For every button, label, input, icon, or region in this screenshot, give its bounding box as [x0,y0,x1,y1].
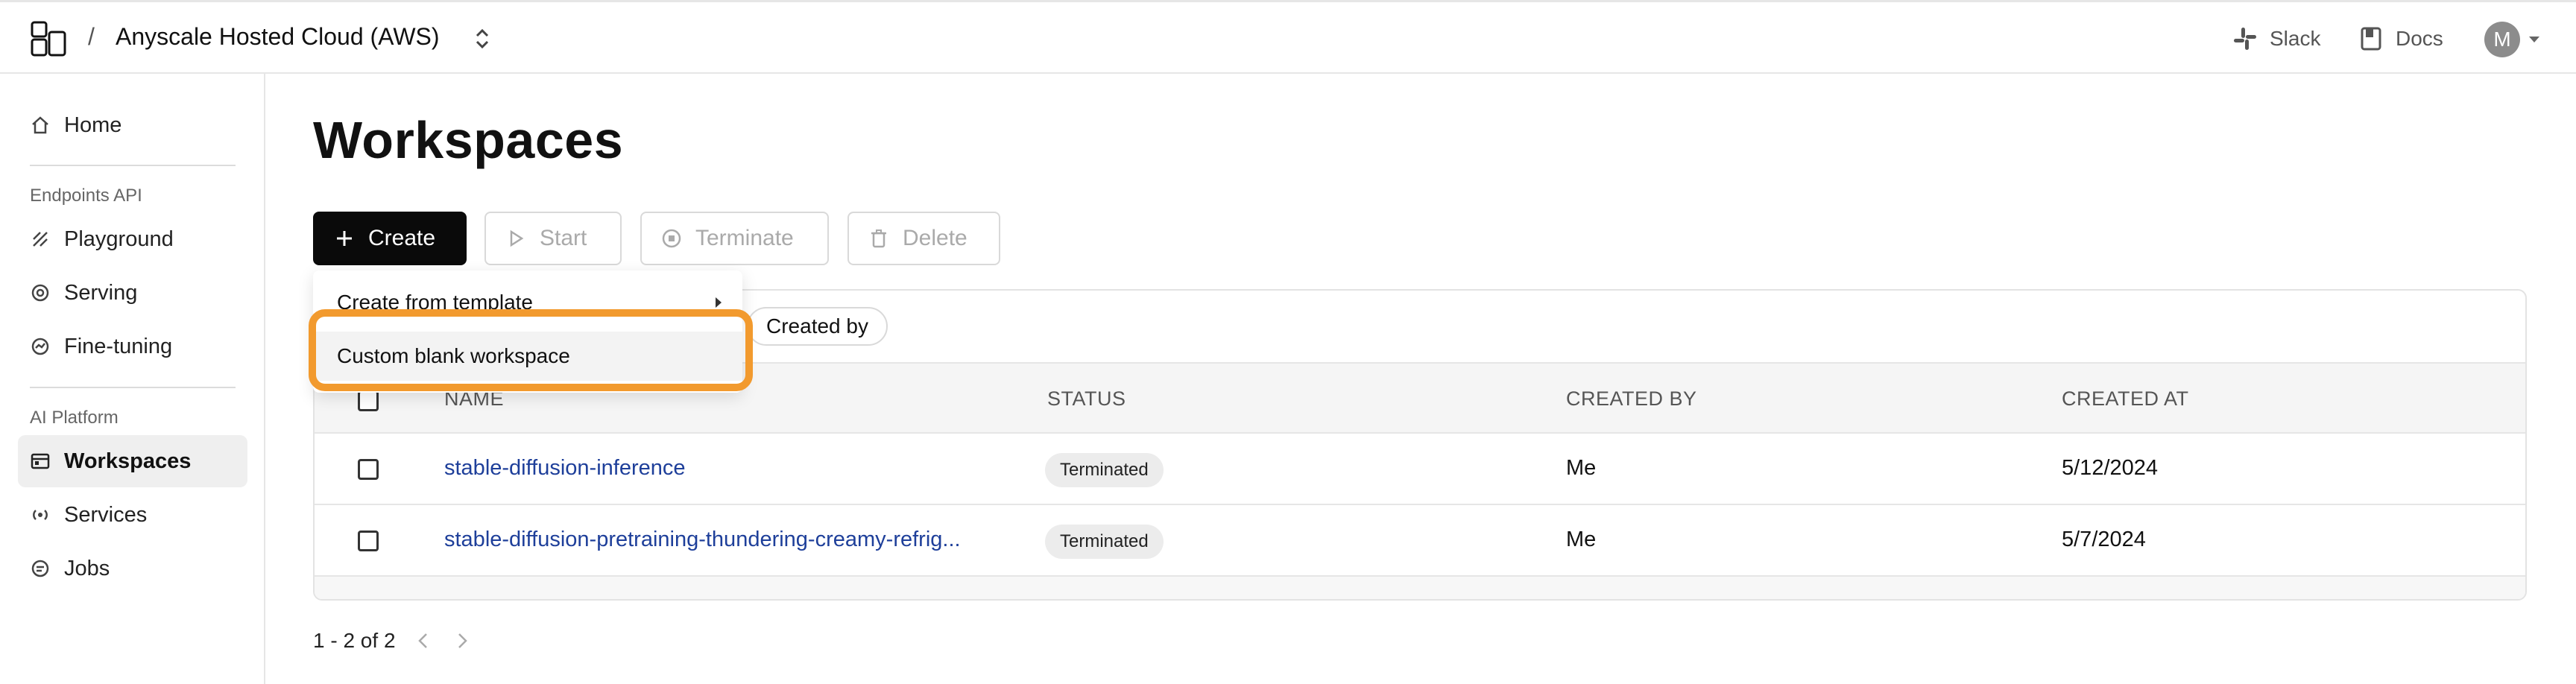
start-button-label: Start [540,226,587,250]
sidebar-item-label: Serving [64,280,138,305]
chevron-left-icon[interactable] [412,630,435,652]
status-badge: Terminated [1045,525,1164,559]
sidebar-item-jobs[interactable]: Jobs [18,542,247,595]
column-header-created-at[interactable]: CREATED AT [2062,387,2189,411]
created-at-cell: 5/12/2024 [2062,456,2159,480]
top-bar: / Anyscale Hosted Cloud (AWS) Slack Docs… [0,0,2576,74]
workspace-name-link[interactable]: stable-diffusion-pretraining-thundering-… [444,528,961,552]
page-title: Workspaces [313,111,624,169]
sidebar-item-serving[interactable]: Serving [18,267,247,319]
section-label-endpoints: Endpoints API [30,186,142,206]
created-by-cell: Me [1566,528,1597,551]
serving-icon [31,284,49,302]
sidebar-item-fine-tuning[interactable]: Fine-tuning [18,320,247,373]
table-row[interactable]: stable-diffusion-pretraining-thundering-… [315,505,2525,577]
stop-circle-icon [662,229,681,248]
plus-icon [337,231,352,246]
sidebar-item-workspaces[interactable]: Workspaces [18,435,247,487]
caret-down-icon [2529,37,2539,42]
cloud-selector-label[interactable]: Anyscale Hosted Cloud (AWS) [116,23,440,51]
slack-link[interactable]: Slack [2232,20,2320,57]
table-row[interactable]: stable-diffusion-inference Terminated Me… [315,434,2525,505]
created-by-filter[interactable]: Created by [747,307,888,346]
home-icon [32,116,48,134]
caret-right-icon [716,297,722,308]
breadcrumb-separator: / [88,23,95,50]
sidebar-item-playground[interactable]: Playground [18,213,247,265]
sidebar-item-label: Workspaces [64,449,192,473]
row-checkbox[interactable] [358,531,379,551]
sidebar-item-label: Home [64,113,122,137]
created-at-cell: 5/7/2024 [2062,528,2146,551]
status-badge: Terminated [1045,453,1164,487]
delete-button-label: Delete [903,226,967,250]
play-icon [510,229,524,247]
terminate-button-label: Terminate [695,226,794,250]
services-icon [33,510,48,520]
sidebar: Home Endpoints API Playground Serving Fi… [0,74,265,684]
delete-button[interactable]: Delete [847,212,1000,265]
start-button[interactable]: Start [484,212,622,265]
docs-label: Docs [2396,27,2443,50]
sidebar-divider [30,387,236,388]
jobs-icon [31,560,49,577]
slack-icon [2234,28,2256,50]
docs-link[interactable]: Docs [2358,20,2443,57]
chevron-up-down-icon[interactable] [473,26,492,51]
sidebar-item-home[interactable]: Home [18,99,247,151]
create-button-label: Create [368,226,436,250]
create-button[interactable]: Create [313,212,467,265]
sidebar-item-label: Fine-tuning [64,334,173,358]
column-header-status[interactable]: STATUS [1047,387,1126,411]
terminate-button[interactable]: Terminate [640,212,829,265]
avatar: M [2484,22,2520,57]
book-icon [2361,27,2381,51]
fine-tuning-icon [31,338,49,355]
user-menu[interactable]: M [2484,22,2539,57]
row-checkbox[interactable] [358,459,379,480]
section-label-platform: AI Platform [30,408,119,428]
anyscale-logo-icon[interactable] [30,20,67,57]
table-footer [315,577,2525,599]
highlight-annotation [309,309,753,391]
pagination: 1 - 2 of 2 [313,629,473,653]
sidebar-item-label: Services [64,502,148,527]
trash-icon [871,229,886,248]
column-header-created-by[interactable]: CREATED BY [1566,387,1697,411]
created-by-cell: Me [1566,456,1597,480]
select-all-checkbox[interactable] [358,390,379,411]
workspaces-icon [31,453,50,469]
slack-label: Slack [2270,27,2321,50]
sidebar-divider [30,165,236,166]
workspace-name-link[interactable]: stable-diffusion-inference [444,456,686,481]
chevron-right-icon[interactable] [451,630,473,652]
pagination-summary: 1 - 2 of 2 [313,629,396,652]
sidebar-item-services[interactable]: Services [18,489,247,541]
playground-icon [33,232,48,247]
sidebar-item-label: Playground [64,227,174,251]
sidebar-item-label: Jobs [64,556,110,580]
